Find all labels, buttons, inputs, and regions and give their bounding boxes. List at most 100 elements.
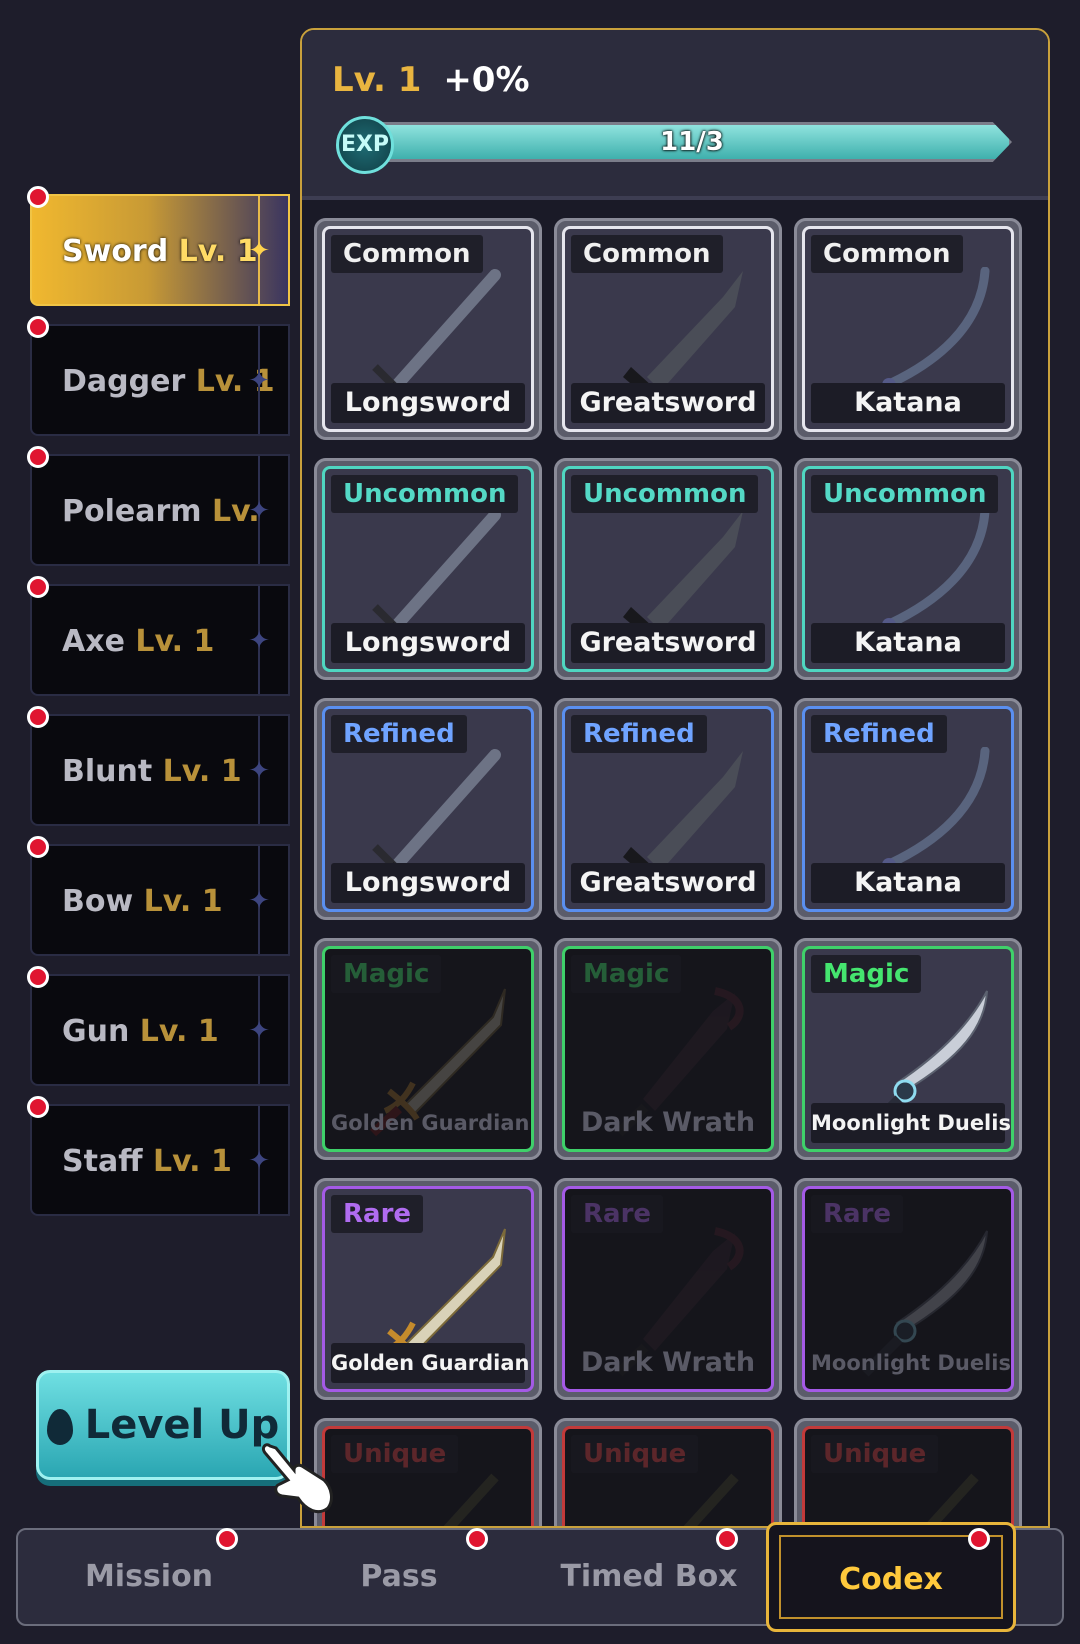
codex-card[interactable]: Magic Dark Wrath (554, 938, 782, 1160)
card-frame: Magic Dark Wrath (562, 946, 774, 1152)
rarity-label: Magic (331, 955, 442, 993)
notification-dot (27, 576, 49, 598)
sidebar-item-label: Axe Lv. 1 (62, 586, 214, 698)
sidebar-item-polearm[interactable]: Polearm Lv. 1✦ (30, 454, 290, 641)
sword-icon (683, 1473, 739, 1526)
category-level: Lv. 1 (152, 1144, 232, 1179)
card-frame: Uncommon Longsword (322, 466, 534, 672)
star-icon: ✦ (248, 626, 270, 656)
codex-card[interactable]: Common Longsword (314, 218, 542, 440)
notification-dot (27, 1096, 49, 1118)
pointing-hand-icon (262, 1443, 333, 1514)
item-name: Moonlight Duelist (811, 1351, 1014, 1375)
item-name: Katana (811, 863, 1005, 903)
star-icon: ✦ (248, 756, 270, 786)
codex-card[interactable]: Magic Golden Guardian (314, 938, 542, 1160)
sidebar-item-axe[interactable]: Axe Lv. 1 ✦ (30, 584, 290, 696)
tab-pass[interactable]: Pass (268, 1530, 530, 1624)
rarity-label: Common (571, 235, 723, 273)
rarity-label: Rare (811, 1195, 904, 1233)
tab-label: Codex (839, 1562, 943, 1597)
card-frame: Common Katana (802, 226, 1014, 432)
codex-card[interactable]: Common Greatsword (554, 218, 782, 440)
item-name: Dark Wrath (580, 1107, 756, 1138)
category-level: Lv. 1 (143, 884, 223, 919)
card-frame: Magic Golden Guardian (322, 946, 534, 1152)
card-frame: Refined Longsword (322, 706, 534, 912)
rarity-label: Unique (811, 1435, 939, 1473)
rarity-label: Uncommon (811, 475, 999, 513)
rarity-label: Magic (811, 955, 922, 993)
sidebar-item-label: Bow Lv. 1 (62, 846, 223, 958)
codex-panel: Lv. 1 +0% 11/3 EXP Common Longsword Common… (300, 28, 1050, 1528)
tab-label: Mission (84, 1559, 214, 1594)
rarity-label: Uncommon (571, 475, 759, 513)
sidebar-item-label: Blunt Lv. 1 (62, 716, 242, 828)
codex-card[interactable]: Unique (314, 1418, 542, 1526)
star-icon: ✦ (248, 236, 270, 266)
item-name: Greatsword (571, 383, 765, 423)
notification-dot (466, 1528, 488, 1550)
category-name: Blunt (62, 754, 153, 789)
bottom-nav: Mission Pass Timed Box Codex (16, 1522, 1064, 1632)
sidebar-item-label: Staff Lv. 1 (62, 1106, 232, 1218)
tab-label: Pass (360, 1559, 438, 1594)
exp-value: 11/3 (660, 127, 724, 157)
star-icon: ✦ (248, 1146, 270, 1176)
notification-dot (27, 316, 49, 338)
codex-card[interactable]: Uncommon Longsword (314, 458, 542, 680)
sidebar-item-sword[interactable]: Sword Lv. 1 ✦ (30, 194, 290, 306)
codex-card[interactable]: Magic Moonlight Duelist (794, 938, 1022, 1160)
codex-card[interactable]: Common Katana (794, 218, 1022, 440)
sidebar-item-staff[interactable]: Staff Lv. 1 ✦ (30, 1104, 290, 1216)
sidebar-item-dagger[interactable]: Dagger Lv. 1 ✦ (30, 324, 290, 436)
item-name: Katana (811, 623, 1005, 663)
codex-card[interactable]: Refined Longsword (314, 698, 542, 920)
notification-dot (716, 1528, 738, 1550)
codex-card[interactable]: Refined Katana (794, 698, 1022, 920)
item-name: Dark Wrath (580, 1347, 756, 1378)
category-level: Lv. 1 (162, 754, 242, 789)
sword-icon (923, 1473, 979, 1526)
sidebar-item-gun[interactable]: Gun Lv. 1 ✦ (30, 974, 290, 1086)
rarity-label: Refined (811, 715, 947, 753)
codex-card[interactable]: Uncommon Greatsword (554, 458, 782, 680)
category-level: Lv. 1 (178, 234, 258, 269)
star-icon: ✦ (248, 366, 270, 396)
codex-card[interactable]: Rare Moonlight Duelist (794, 1178, 1022, 1400)
card-frame: Common Longsword (322, 226, 534, 432)
level-up-button[interactable]: Level Up (36, 1370, 290, 1480)
notification-dot (27, 706, 49, 728)
codex-card[interactable]: Unique (554, 1418, 782, 1526)
notification-dot (27, 966, 49, 988)
tab-timed-box[interactable]: Timed Box (518, 1530, 780, 1624)
card-frame: Common Greatsword (562, 226, 774, 432)
item-name: Golden Guardian (331, 1111, 530, 1135)
codex-card[interactable]: Refined Greatsword (554, 698, 782, 920)
category-name: Staff (62, 1144, 143, 1179)
rarity-label: Uncommon (331, 475, 519, 513)
sidebar-item-label: Dagger Lv. 1 (62, 326, 275, 438)
tab-mission[interactable]: Mission (18, 1530, 280, 1624)
codex-header: Lv. 1 +0% 11/3 EXP (302, 30, 1048, 200)
item-name: Greatsword (571, 863, 765, 903)
category-level: Lv. 1 (139, 1014, 219, 1049)
sidebar-item-bow[interactable]: Bow Lv. 1 ✦ (30, 844, 290, 956)
sidebar-item-blunt[interactable]: Blunt Lv. 1 ✦ (30, 714, 290, 826)
item-name: Katana (811, 383, 1005, 423)
category-name: Dagger (62, 364, 186, 399)
codex-card[interactable]: Uncommon Katana (794, 458, 1022, 680)
card-frame: Rare Golden Guardian (322, 1186, 534, 1392)
codex-card[interactable]: Unique (794, 1418, 1022, 1526)
codex-card[interactable]: Rare Golden Guardian (314, 1178, 542, 1400)
rarity-label: Common (331, 235, 483, 273)
codex-card[interactable]: Rare Dark Wrath (554, 1178, 782, 1400)
card-frame: Refined Greatsword (562, 706, 774, 912)
sword-icon (443, 1473, 499, 1526)
codex-bonus: +0% (443, 60, 530, 100)
card-frame: Magic Moonlight Duelist (802, 946, 1014, 1152)
sidebar-item-label: Sword Lv. 1 (62, 196, 258, 308)
rarity-label: Rare (571, 1195, 664, 1233)
notification-dot (27, 446, 49, 468)
notification-dot (968, 1528, 990, 1550)
